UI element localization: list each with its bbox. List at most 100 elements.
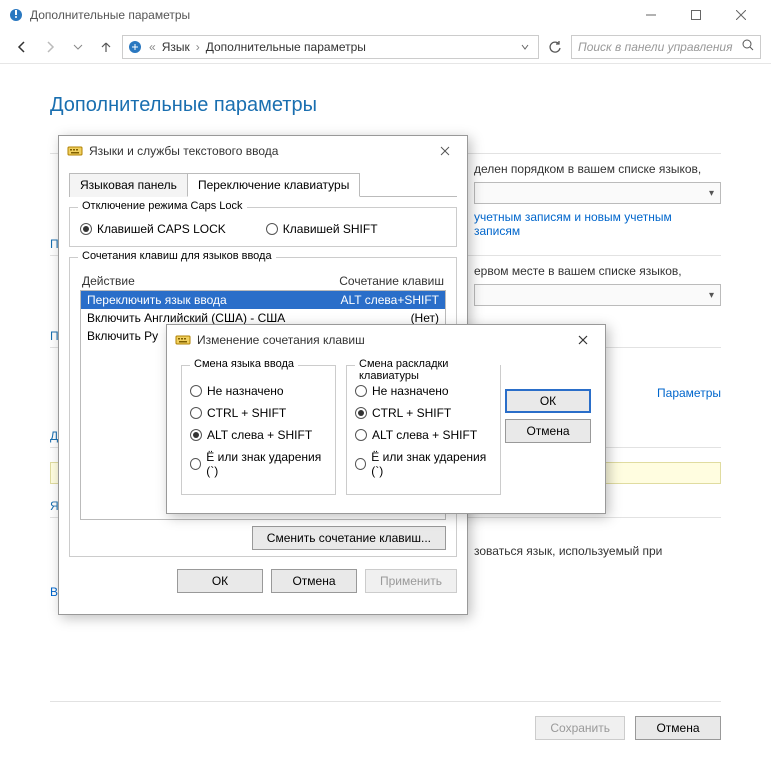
col-action-header: Действие bbox=[82, 274, 135, 288]
radio-dot-icon bbox=[190, 385, 202, 397]
layout-opt-ctrl[interactable]: CTRL + SHIFT bbox=[355, 406, 492, 420]
dialog2-ok-button[interactable]: ОК bbox=[505, 389, 591, 413]
chevron-down-icon: ▾ bbox=[709, 188, 714, 199]
dialog1-tabs: Языковая панель Переключение клавиатуры bbox=[69, 172, 457, 197]
capslock-group-label: Отключение режима Caps Lock bbox=[78, 200, 247, 212]
radio-dot-icon bbox=[355, 407, 367, 419]
radio-dot-icon bbox=[355, 429, 367, 441]
section-1-text: делен порядком в вашем списке языков, bbox=[474, 162, 701, 176]
section-2-text: ервом месте в вашем списке языков, bbox=[474, 264, 682, 278]
dialog2-close-button[interactable] bbox=[569, 330, 597, 350]
page-heading: Дополнительные параметры bbox=[50, 94, 721, 117]
hotkey-row-2-key: (Нет) bbox=[411, 311, 439, 325]
layout-label: Смена раскладки клавиатуры bbox=[355, 358, 500, 382]
window-titlebar: Дополнительные параметры bbox=[0, 0, 771, 30]
params-link[interactable]: Параметры bbox=[657, 386, 721, 400]
dialog2-buttons: ОК Отмена bbox=[511, 365, 591, 495]
lang-opt-none-label: Не назначено bbox=[207, 384, 284, 398]
layout-opt-ctrl-label: CTRL + SHIFT bbox=[372, 406, 451, 420]
back-button[interactable] bbox=[10, 35, 34, 59]
search-placeholder: Поиск в панели управления bbox=[578, 40, 742, 54]
dialog1-apply-button[interactable]: Применить bbox=[365, 569, 457, 593]
layout-opt-alt[interactable]: ALT слева + SHIFT bbox=[355, 428, 492, 442]
capslock-radio-shift-label: Клавишей SHIFT bbox=[283, 222, 378, 236]
radio-dot-icon bbox=[190, 458, 201, 470]
input-lang-column: Смена языка ввода Не назначено CTRL + SH… bbox=[181, 365, 336, 495]
keyboard-icon bbox=[67, 143, 83, 159]
dialog1-ok-button[interactable]: ОК bbox=[177, 569, 263, 593]
layout-opt-none[interactable]: Не назначено bbox=[355, 384, 492, 398]
radio-dot-icon bbox=[266, 223, 278, 235]
dialog2-cancel-button[interactable]: Отмена bbox=[505, 419, 591, 443]
lang-opt-alt[interactable]: ALT слева + SHIFT bbox=[190, 428, 327, 442]
dialog1-cancel-button[interactable]: Отмена bbox=[271, 569, 357, 593]
input-lang-label: Смена языка ввода bbox=[190, 358, 298, 370]
refresh-button[interactable] bbox=[543, 35, 567, 59]
breadcrumb-1[interactable]: Язык bbox=[162, 40, 190, 54]
control-panel-icon bbox=[8, 7, 24, 23]
up-button[interactable] bbox=[94, 35, 118, 59]
capslock-radio-shift[interactable]: Клавишей SHIFT bbox=[266, 222, 378, 236]
dialog2-body: Смена языка ввода Не назначено CTRL + SH… bbox=[167, 355, 605, 505]
radio-dot-icon bbox=[355, 458, 366, 470]
breadcrumb-sep: « bbox=[149, 40, 156, 54]
close-button[interactable] bbox=[718, 0, 763, 30]
dialog2-title: Изменение сочетания клавиш bbox=[197, 333, 569, 347]
hotkey-row-1[interactable]: Переключить язык ввода ALT слева+SHIFT bbox=[81, 291, 445, 309]
col-hotkey-header: Сочетание клавиш bbox=[339, 274, 444, 288]
address-dropdown[interactable] bbox=[516, 43, 534, 51]
change-hotkey-dialog: Изменение сочетания клавиш Смена языка в… bbox=[166, 324, 606, 514]
capslock-group: Отключение режима Caps Lock Клавишей CAP… bbox=[69, 207, 457, 247]
lang-opt-none[interactable]: Не назначено bbox=[190, 384, 327, 398]
capslock-radio-caps-label: Клавишей CAPS LOCK bbox=[97, 222, 226, 236]
hotkey-row-3-action: Включить Ру bbox=[87, 329, 158, 343]
change-hotkey-button[interactable]: Сменить сочетание клавиш... bbox=[252, 526, 446, 550]
radio-dot-icon bbox=[190, 429, 202, 441]
forward-button[interactable] bbox=[38, 35, 62, 59]
lang-opt-ctrl[interactable]: CTRL + SHIFT bbox=[190, 406, 327, 420]
window-title: Дополнительные параметры bbox=[30, 8, 628, 22]
hotkey-row-1-key: ALT слева+SHIFT bbox=[341, 293, 440, 307]
section-1-link[interactable]: учетным записям и новым учетным записям bbox=[474, 210, 672, 238]
save-button[interactable]: Сохранить bbox=[535, 716, 625, 740]
layout-opt-none-label: Не назначено bbox=[372, 384, 449, 398]
location-icon bbox=[127, 39, 143, 55]
section-1-combo[interactable]: ▾ bbox=[474, 182, 721, 204]
maximize-button[interactable] bbox=[673, 0, 718, 30]
dialog1-titlebar: Языки и службы текстового ввода bbox=[59, 136, 467, 166]
section-2-combo[interactable]: ▾ bbox=[474, 284, 721, 306]
lang-opt-grave-label: Ё или знак ударения (`) bbox=[206, 450, 327, 478]
radio-dot-icon bbox=[355, 385, 367, 397]
dialog1-close-button[interactable] bbox=[431, 141, 459, 161]
hotkey-row-2-action: Включить Английский (США) - США bbox=[87, 311, 285, 325]
keyboard-icon bbox=[175, 332, 191, 348]
tab-keyboard-switch[interactable]: Переключение клавиатуры bbox=[187, 173, 360, 197]
layout-opt-grave-label: Ё или знак ударения (`) bbox=[371, 450, 492, 478]
dialog2-titlebar: Изменение сочетания клавиш bbox=[167, 325, 605, 355]
chevron-down-icon: ▾ bbox=[709, 290, 714, 301]
capslock-radio-caps[interactable]: Клавишей CAPS LOCK bbox=[80, 222, 226, 236]
lang-opt-alt-label: ALT слева + SHIFT bbox=[207, 428, 312, 442]
breadcrumb-2[interactable]: Дополнительные параметры bbox=[206, 40, 366, 54]
hotkey-row-1-action: Переключить язык ввода bbox=[87, 293, 227, 307]
minimize-button[interactable] bbox=[628, 0, 673, 30]
dialog1-title: Языки и службы текстового ввода bbox=[89, 144, 431, 158]
radio-dot-icon bbox=[190, 407, 202, 419]
layout-opt-grave[interactable]: Ё или знак ударения (`) bbox=[355, 450, 492, 478]
history-dropdown[interactable] bbox=[66, 35, 90, 59]
lang-opt-grave[interactable]: Ё или знак ударения (`) bbox=[190, 450, 327, 478]
address-bar[interactable]: « Язык › Дополнительные параметры bbox=[122, 35, 539, 59]
search-box[interactable]: Поиск в панели управления bbox=[571, 35, 761, 59]
hotkey-group-label: Сочетания клавиш для языков ввода bbox=[78, 250, 276, 262]
tab-language-bar[interactable]: Языковая панель bbox=[69, 173, 188, 197]
section-5-text: зоваться язык, используемый при bbox=[474, 544, 662, 558]
radio-dot-icon bbox=[80, 223, 92, 235]
cancel-button[interactable]: Отмена bbox=[635, 716, 721, 740]
bottom-divider bbox=[50, 701, 721, 702]
layout-opt-alt-label: ALT слева + SHIFT bbox=[372, 428, 477, 442]
search-icon bbox=[742, 39, 754, 54]
layout-column: Смена раскладки клавиатуры Не назначено … bbox=[346, 365, 501, 495]
lang-opt-ctrl-label: CTRL + SHIFT bbox=[207, 406, 286, 420]
nav-bar: « Язык › Дополнительные параметры Поиск … bbox=[0, 30, 771, 64]
bottom-buttons: Сохранить Отмена bbox=[535, 704, 721, 740]
